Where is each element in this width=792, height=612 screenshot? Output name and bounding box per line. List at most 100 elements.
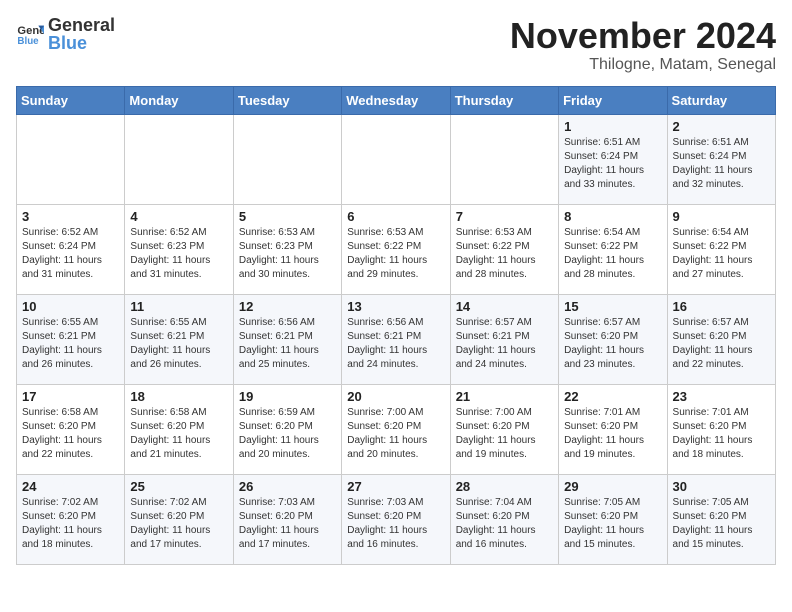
day-info: Sunrise: 6:57 AM Sunset: 6:21 PM Dayligh… bbox=[456, 316, 553, 372]
calendar-cell: 1 Sunrise: 6:51 AM Sunset: 6:24 PM Daylig… bbox=[559, 114, 667, 204]
calendar-cell: 11 Sunrise: 6:55 AM Sunset: 6:21 PM Dayli… bbox=[125, 294, 233, 384]
header: General Blue General Blue November 2024 … bbox=[16, 16, 776, 74]
day-info: Sunrise: 6:52 AM Sunset: 6:23 PM Dayligh… bbox=[130, 226, 227, 282]
day-number: 26 bbox=[239, 479, 336, 494]
day-info: Sunrise: 6:54 AM Sunset: 6:22 PM Dayligh… bbox=[673, 226, 770, 282]
day-info: Sunrise: 7:05 AM Sunset: 6:20 PM Dayligh… bbox=[564, 496, 661, 552]
day-info: Sunrise: 7:00 AM Sunset: 6:20 PM Dayligh… bbox=[347, 406, 444, 462]
day-number: 12 bbox=[239, 299, 336, 314]
header-wednesday: Wednesday bbox=[342, 86, 450, 114]
calendar-cell: 24 Sunrise: 7:02 AM Sunset: 6:20 PM Dayli… bbox=[17, 474, 125, 564]
day-info: Sunrise: 7:00 AM Sunset: 6:20 PM Dayligh… bbox=[456, 406, 553, 462]
day-number: 9 bbox=[673, 209, 770, 224]
calendar-cell: 7 Sunrise: 6:53 AM Sunset: 6:22 PM Daylig… bbox=[450, 204, 558, 294]
calendar-cell: 2Sunrise: 6:51 AM Sunset: 6:24 PM Daylig… bbox=[667, 114, 775, 204]
calendar-cell: 27 Sunrise: 7:03 AM Sunset: 6:20 PM Dayli… bbox=[342, 474, 450, 564]
day-number: 24 bbox=[22, 479, 119, 494]
calendar-cell: 30 Sunrise: 7:05 AM Sunset: 6:20 PM Dayli… bbox=[667, 474, 775, 564]
day-info: Sunrise: 6:55 AM Sunset: 6:21 PM Dayligh… bbox=[22, 316, 119, 372]
day-info: Sunrise: 6:51 AM Sunset: 6:24 PM Dayligh… bbox=[564, 136, 661, 192]
day-info: Sunrise: 6:58 AM Sunset: 6:20 PM Dayligh… bbox=[22, 406, 119, 462]
day-info: Sunrise: 6:53 AM Sunset: 6:23 PM Dayligh… bbox=[239, 226, 336, 282]
calendar-cell: 14 Sunrise: 6:57 AM Sunset: 6:21 PM Dayli… bbox=[450, 294, 558, 384]
day-info: Sunrise: 7:05 AM Sunset: 6:20 PM Dayligh… bbox=[673, 496, 770, 552]
day-number: 30 bbox=[673, 479, 770, 494]
calendar-cell bbox=[17, 114, 125, 204]
day-info: Sunrise: 6:53 AM Sunset: 6:22 PM Dayligh… bbox=[456, 226, 553, 282]
day-number: 3 bbox=[22, 209, 119, 224]
calendar-cell: 9 Sunrise: 6:54 AM Sunset: 6:22 PM Daylig… bbox=[667, 204, 775, 294]
logo: General Blue General Blue bbox=[16, 16, 115, 52]
calendar-cell bbox=[342, 114, 450, 204]
location-title: Thilogne, Matam, Senegal bbox=[510, 56, 776, 74]
day-info: Sunrise: 6:53 AM Sunset: 6:22 PM Dayligh… bbox=[347, 226, 444, 282]
day-info: Sunrise: 6:51 AM Sunset: 6:24 PM Dayligh… bbox=[673, 136, 770, 192]
calendar-cell: 23 Sunrise: 7:01 AM Sunset: 6:20 PM Dayli… bbox=[667, 384, 775, 474]
day-info: Sunrise: 7:02 AM Sunset: 6:20 PM Dayligh… bbox=[22, 496, 119, 552]
day-info: Sunrise: 6:57 AM Sunset: 6:20 PM Dayligh… bbox=[564, 316, 661, 372]
header-monday: Monday bbox=[125, 86, 233, 114]
calendar-week-3: 10 Sunrise: 6:55 AM Sunset: 6:21 PM Dayli… bbox=[17, 294, 776, 384]
day-info: Sunrise: 6:56 AM Sunset: 6:21 PM Dayligh… bbox=[347, 316, 444, 372]
logo-general-text: General bbox=[48, 16, 115, 34]
day-number: 14 bbox=[456, 299, 553, 314]
day-number: 27 bbox=[347, 479, 444, 494]
logo-icon: General Blue bbox=[16, 20, 44, 48]
day-number: 16 bbox=[673, 299, 770, 314]
calendar-cell: 22Sunrise: 7:01 AM Sunset: 6:20 PM Dayli… bbox=[559, 384, 667, 474]
calendar-cell bbox=[233, 114, 341, 204]
calendar-cell: 28 Sunrise: 7:04 AM Sunset: 6:20 PM Dayli… bbox=[450, 474, 558, 564]
day-info: Sunrise: 7:01 AM Sunset: 6:20 PM Dayligh… bbox=[673, 406, 770, 462]
day-number: 18 bbox=[130, 389, 227, 404]
day-number: 7 bbox=[456, 209, 553, 224]
day-info: Sunrise: 6:58 AM Sunset: 6:20 PM Dayligh… bbox=[130, 406, 227, 462]
calendar-header-row: SundayMondayTuesdayWednesdayThursdayFrid… bbox=[17, 86, 776, 114]
logo-blue-text: Blue bbox=[48, 34, 115, 52]
day-info: Sunrise: 6:55 AM Sunset: 6:21 PM Dayligh… bbox=[130, 316, 227, 372]
calendar-table: SundayMondayTuesdayWednesdayThursdayFrid… bbox=[16, 86, 776, 565]
calendar-cell: 21 Sunrise: 7:00 AM Sunset: 6:20 PM Dayli… bbox=[450, 384, 558, 474]
calendar-cell: 17Sunrise: 6:58 AM Sunset: 6:20 PM Dayli… bbox=[17, 384, 125, 474]
day-info: Sunrise: 6:56 AM Sunset: 6:21 PM Dayligh… bbox=[239, 316, 336, 372]
day-info: Sunrise: 7:03 AM Sunset: 6:20 PM Dayligh… bbox=[239, 496, 336, 552]
calendar-cell: 20 Sunrise: 7:00 AM Sunset: 6:20 PM Dayli… bbox=[342, 384, 450, 474]
day-number: 28 bbox=[456, 479, 553, 494]
day-info: Sunrise: 6:54 AM Sunset: 6:22 PM Dayligh… bbox=[564, 226, 661, 282]
header-sunday: Sunday bbox=[17, 86, 125, 114]
calendar-cell: 8Sunrise: 6:54 AM Sunset: 6:22 PM Daylig… bbox=[559, 204, 667, 294]
day-info: Sunrise: 6:59 AM Sunset: 6:20 PM Dayligh… bbox=[239, 406, 336, 462]
day-number: 4 bbox=[130, 209, 227, 224]
calendar-week-5: 24 Sunrise: 7:02 AM Sunset: 6:20 PM Dayli… bbox=[17, 474, 776, 564]
day-number: 15 bbox=[564, 299, 661, 314]
day-number: 20 bbox=[347, 389, 444, 404]
day-info: Sunrise: 7:01 AM Sunset: 6:20 PM Dayligh… bbox=[564, 406, 661, 462]
title-area: November 2024 Thilogne, Matam, Senegal bbox=[510, 16, 776, 74]
day-info: Sunrise: 7:02 AM Sunset: 6:20 PM Dayligh… bbox=[130, 496, 227, 552]
calendar-cell: 19Sunrise: 6:59 AM Sunset: 6:20 PM Dayli… bbox=[233, 384, 341, 474]
calendar-cell: 6 Sunrise: 6:53 AM Sunset: 6:22 PM Daylig… bbox=[342, 204, 450, 294]
day-number: 21 bbox=[456, 389, 553, 404]
calendar-cell: 18 Sunrise: 6:58 AM Sunset: 6:20 PM Dayli… bbox=[125, 384, 233, 474]
calendar-cell: 10 Sunrise: 6:55 AM Sunset: 6:21 PM Dayli… bbox=[17, 294, 125, 384]
day-number: 1 bbox=[564, 119, 661, 134]
calendar-cell bbox=[450, 114, 558, 204]
header-thursday: Thursday bbox=[450, 86, 558, 114]
day-number: 11 bbox=[130, 299, 227, 314]
day-number: 6 bbox=[347, 209, 444, 224]
calendar-week-2: 3Sunrise: 6:52 AM Sunset: 6:24 PM Daylig… bbox=[17, 204, 776, 294]
calendar-cell: 4 Sunrise: 6:52 AM Sunset: 6:23 PM Daylig… bbox=[125, 204, 233, 294]
header-tuesday: Tuesday bbox=[233, 86, 341, 114]
calendar-cell: 15 Sunrise: 6:57 AM Sunset: 6:20 PM Dayli… bbox=[559, 294, 667, 384]
calendar-cell bbox=[125, 114, 233, 204]
day-number: 5 bbox=[239, 209, 336, 224]
calendar-cell: 26 Sunrise: 7:03 AM Sunset: 6:20 PM Dayli… bbox=[233, 474, 341, 564]
day-number: 25 bbox=[130, 479, 227, 494]
day-number: 23 bbox=[673, 389, 770, 404]
header-saturday: Saturday bbox=[667, 86, 775, 114]
calendar-cell: 25 Sunrise: 7:02 AM Sunset: 6:20 PM Dayli… bbox=[125, 474, 233, 564]
day-info: Sunrise: 7:03 AM Sunset: 6:20 PM Dayligh… bbox=[347, 496, 444, 552]
day-info: Sunrise: 7:04 AM Sunset: 6:20 PM Dayligh… bbox=[456, 496, 553, 552]
day-number: 10 bbox=[22, 299, 119, 314]
calendar-cell: 3Sunrise: 6:52 AM Sunset: 6:24 PM Daylig… bbox=[17, 204, 125, 294]
calendar-cell: 5 Sunrise: 6:53 AM Sunset: 6:23 PM Daylig… bbox=[233, 204, 341, 294]
